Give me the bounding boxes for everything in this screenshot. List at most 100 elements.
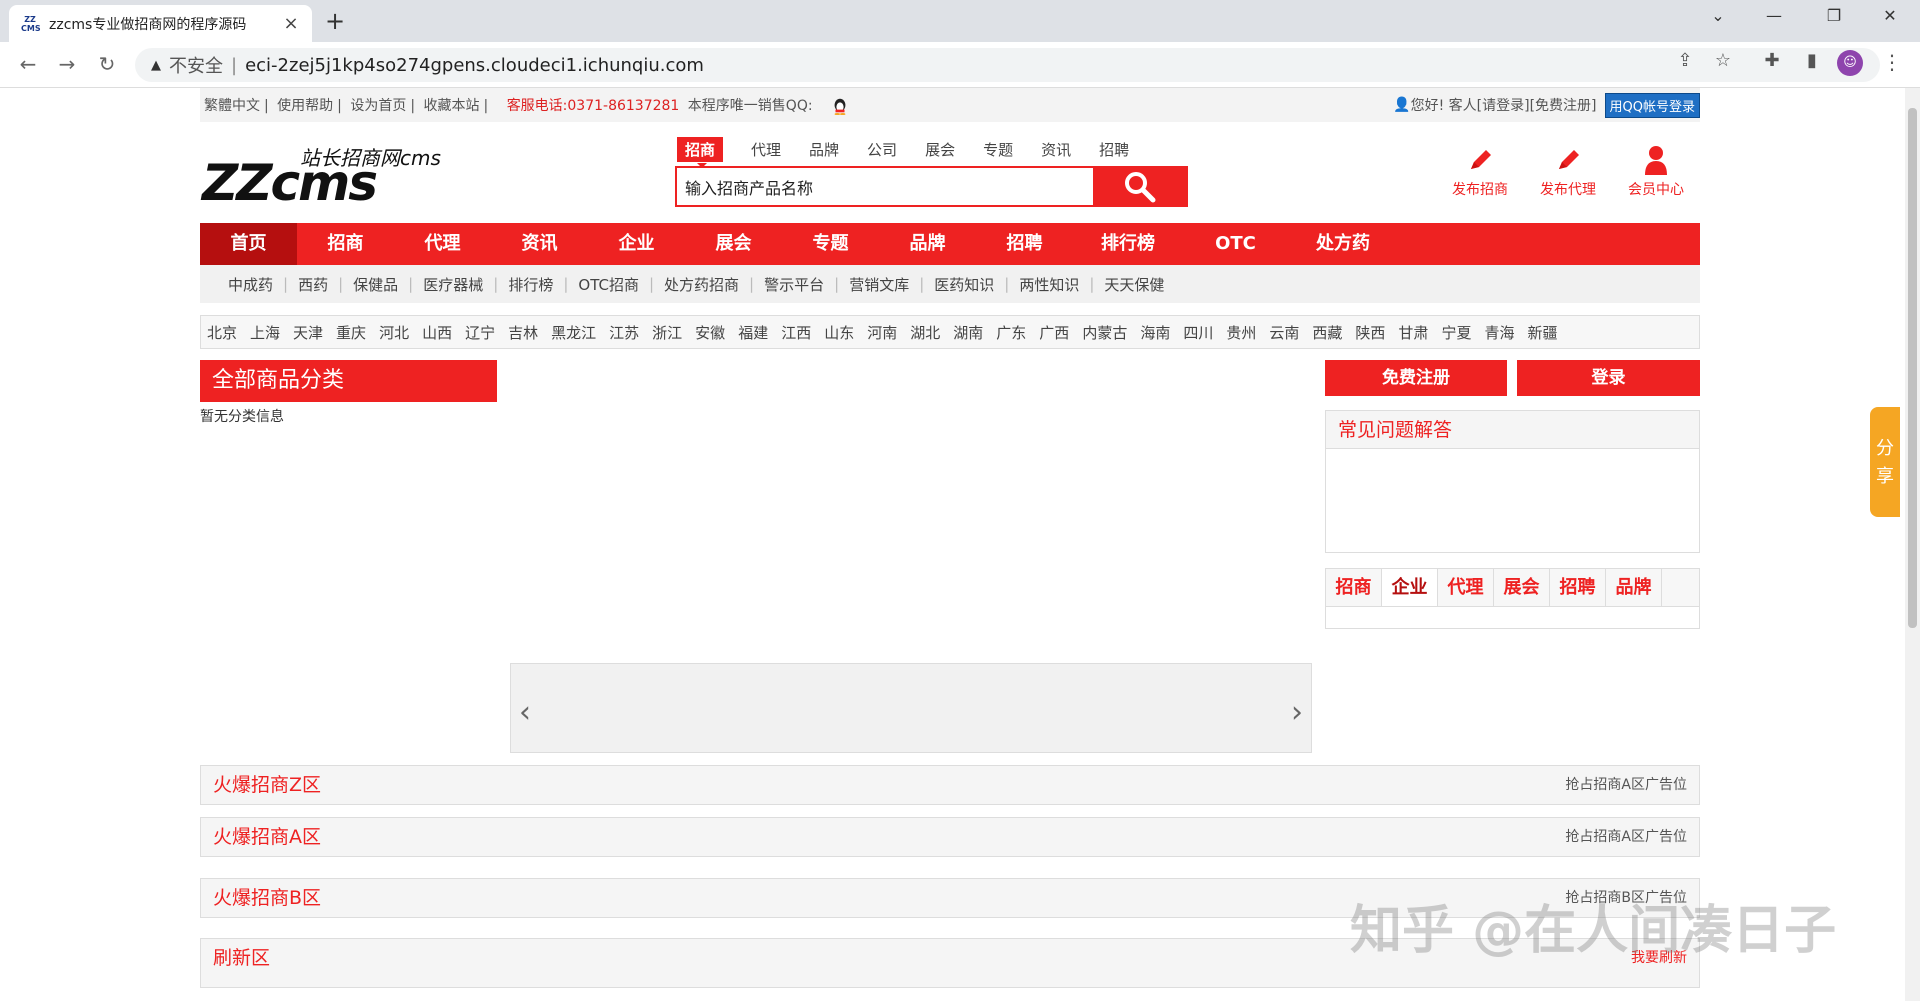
subnav-item[interactable]: OTC招商 bbox=[568, 274, 649, 295]
set-homepage-link[interactable]: 设为首页 bbox=[350, 98, 406, 114]
qq-penguin-icon[interactable] bbox=[829, 97, 851, 115]
city-link[interactable]: 上海 bbox=[250, 322, 280, 343]
city-link[interactable]: 吉林 bbox=[508, 322, 538, 343]
city-link[interactable]: 宁夏 bbox=[1441, 322, 1471, 343]
page-scrollbar[interactable] bbox=[1905, 88, 1920, 1001]
post-daili-link[interactable]: 发布代理 bbox=[1528, 145, 1608, 199]
city-link[interactable]: 河北 bbox=[379, 322, 409, 343]
nav-zhaoshang[interactable]: 招商 bbox=[297, 223, 394, 265]
new-tab-icon[interactable]: + bbox=[325, 8, 345, 34]
city-link[interactable]: 天津 bbox=[293, 322, 323, 343]
zone-title[interactable]: 火爆招商B区 bbox=[213, 879, 321, 917]
post-zhaoshang-link[interactable]: 发布招商 bbox=[1440, 145, 1520, 199]
register-link[interactable]: [免费注册] bbox=[1530, 95, 1597, 115]
scrollbar-thumb[interactable] bbox=[1908, 108, 1917, 628]
site-logo[interactable]: 站长招商网cms ZZcms bbox=[200, 142, 452, 208]
subnav-item[interactable]: 处方药招商 bbox=[654, 274, 749, 295]
extensions-icon[interactable]: ✚ bbox=[1757, 50, 1787, 71]
login-button[interactable]: 登录 bbox=[1517, 360, 1700, 396]
search-input[interactable] bbox=[677, 168, 1093, 205]
search-tab-zhanhui[interactable]: 展会 bbox=[925, 139, 955, 160]
subnav-item[interactable]: 保健品 bbox=[343, 274, 408, 295]
search-tab-daili[interactable]: 代理 bbox=[751, 139, 781, 160]
city-link[interactable]: 湖北 bbox=[910, 322, 940, 343]
nav-zixun[interactable]: 资讯 bbox=[491, 223, 588, 265]
city-link[interactable]: 四川 bbox=[1183, 322, 1213, 343]
bookmark-site-link[interactable]: 收藏本站 bbox=[424, 98, 480, 114]
subnav-item[interactable]: 两性知识 bbox=[1009, 274, 1089, 295]
subnav-item[interactable]: 排行榜 bbox=[498, 274, 563, 295]
nav-home[interactable]: 首页 bbox=[200, 223, 297, 265]
subnav-item[interactable]: 中成药 bbox=[218, 274, 283, 295]
subnav-item[interactable]: 营销文库 bbox=[839, 274, 919, 295]
nav-qiye[interactable]: 企业 bbox=[588, 223, 685, 265]
info-tab-zhaopin[interactable]: 招聘 bbox=[1550, 569, 1606, 606]
nav-pinpai[interactable]: 品牌 bbox=[879, 223, 976, 265]
tab-search-icon[interactable]: ⌄ bbox=[1704, 6, 1732, 25]
menu-icon[interactable]: ⋮ bbox=[1882, 50, 1902, 74]
search-tab-gongsi[interactable]: 公司 bbox=[867, 139, 897, 160]
search-tab-zhaoshang[interactable]: 招商 bbox=[677, 137, 724, 168]
nav-otc[interactable]: OTC bbox=[1183, 223, 1288, 265]
reload-icon[interactable]: ↻ bbox=[93, 52, 121, 76]
city-link[interactable]: 重庆 bbox=[336, 322, 366, 343]
info-tab-qiye[interactable]: 企业 bbox=[1382, 569, 1438, 606]
city-link[interactable]: 甘肃 bbox=[1398, 322, 1428, 343]
close-tab-icon[interactable]: × bbox=[282, 13, 300, 34]
login-link[interactable]: [请登录] bbox=[1477, 95, 1530, 115]
city-link[interactable]: 北京 bbox=[207, 322, 237, 343]
nav-zhanhui[interactable]: 展会 bbox=[685, 223, 782, 265]
city-link[interactable]: 贵州 bbox=[1226, 322, 1256, 343]
back-icon[interactable]: ← bbox=[14, 52, 42, 76]
city-link[interactable]: 山西 bbox=[422, 322, 452, 343]
city-link[interactable]: 安徽 bbox=[695, 322, 725, 343]
zone-title[interactable]: 火爆招商A区 bbox=[213, 818, 321, 856]
minimize-icon[interactable]: — bbox=[1760, 6, 1788, 25]
city-link[interactable]: 河南 bbox=[867, 322, 897, 343]
city-link[interactable]: 广东 bbox=[996, 322, 1026, 343]
share-side-button[interactable]: 分享 bbox=[1870, 407, 1900, 517]
city-link[interactable]: 福建 bbox=[738, 322, 768, 343]
nav-zhaopin[interactable]: 招聘 bbox=[976, 223, 1073, 265]
qq-login-button[interactable]: 用QQ帐号登录 bbox=[1604, 92, 1700, 118]
city-link[interactable]: 山东 bbox=[824, 322, 854, 343]
city-link[interactable]: 广西 bbox=[1039, 322, 1069, 343]
slider-prev-icon[interactable]: ‹ bbox=[519, 698, 531, 728]
city-link[interactable]: 浙江 bbox=[652, 322, 682, 343]
zone-title[interactable]: 火爆招商Z区 bbox=[213, 766, 321, 804]
search-tab-zhuanti[interactable]: 专题 bbox=[983, 139, 1013, 160]
city-link[interactable]: 辽宁 bbox=[465, 322, 495, 343]
subnav-item[interactable]: 医药知识 bbox=[924, 274, 1004, 295]
zone-ad-link[interactable]: 抢占招商A区广告位 bbox=[1565, 766, 1687, 804]
search-tab-zixun[interactable]: 资讯 bbox=[1041, 139, 1071, 160]
search-button[interactable] bbox=[1093, 168, 1186, 205]
city-link[interactable]: 湖南 bbox=[953, 322, 983, 343]
nav-daili[interactable]: 代理 bbox=[394, 223, 491, 265]
close-window-icon[interactable]: ✕ bbox=[1876, 6, 1904, 25]
subnav-item[interactable]: 警示平台 bbox=[754, 274, 834, 295]
zone-ad-link[interactable]: 抢占招商A区广告位 bbox=[1565, 818, 1687, 856]
city-link[interactable]: 云南 bbox=[1269, 322, 1299, 343]
free-register-button[interactable]: 免费注册 bbox=[1325, 360, 1507, 396]
help-link[interactable]: 使用帮助 bbox=[277, 98, 333, 114]
profile-avatar[interactable]: ☺ bbox=[1837, 50, 1863, 76]
city-link[interactable]: 江苏 bbox=[609, 322, 639, 343]
subnav-item[interactable]: 医疗器械 bbox=[413, 274, 493, 295]
city-link[interactable]: 新疆 bbox=[1527, 322, 1557, 343]
member-center-link[interactable]: 会员中心 bbox=[1616, 145, 1696, 199]
info-tab-zhaoshang[interactable]: 招商 bbox=[1326, 569, 1382, 606]
city-link[interactable]: 江西 bbox=[781, 322, 811, 343]
subnav-item[interactable]: 天天保健 bbox=[1094, 274, 1174, 295]
bookmark-star-icon[interactable]: ☆ bbox=[1708, 50, 1738, 71]
city-link[interactable]: 内蒙古 bbox=[1082, 322, 1127, 343]
city-link[interactable]: 陕西 bbox=[1355, 322, 1385, 343]
slider-next-icon[interactable]: › bbox=[1291, 698, 1303, 728]
city-link[interactable]: 青海 bbox=[1484, 322, 1514, 343]
info-tab-pinpai[interactable]: 品牌 bbox=[1606, 569, 1662, 606]
subnav-item[interactable]: 西药 bbox=[288, 274, 338, 295]
share-page-icon[interactable]: ⇪ bbox=[1670, 50, 1700, 71]
city-link[interactable]: 西藏 bbox=[1312, 322, 1342, 343]
search-tab-zhaopin[interactable]: 招聘 bbox=[1099, 139, 1129, 160]
traditional-chinese-link[interactable]: 繁體中文 bbox=[204, 98, 260, 114]
nav-zhuanti[interactable]: 专题 bbox=[782, 223, 879, 265]
